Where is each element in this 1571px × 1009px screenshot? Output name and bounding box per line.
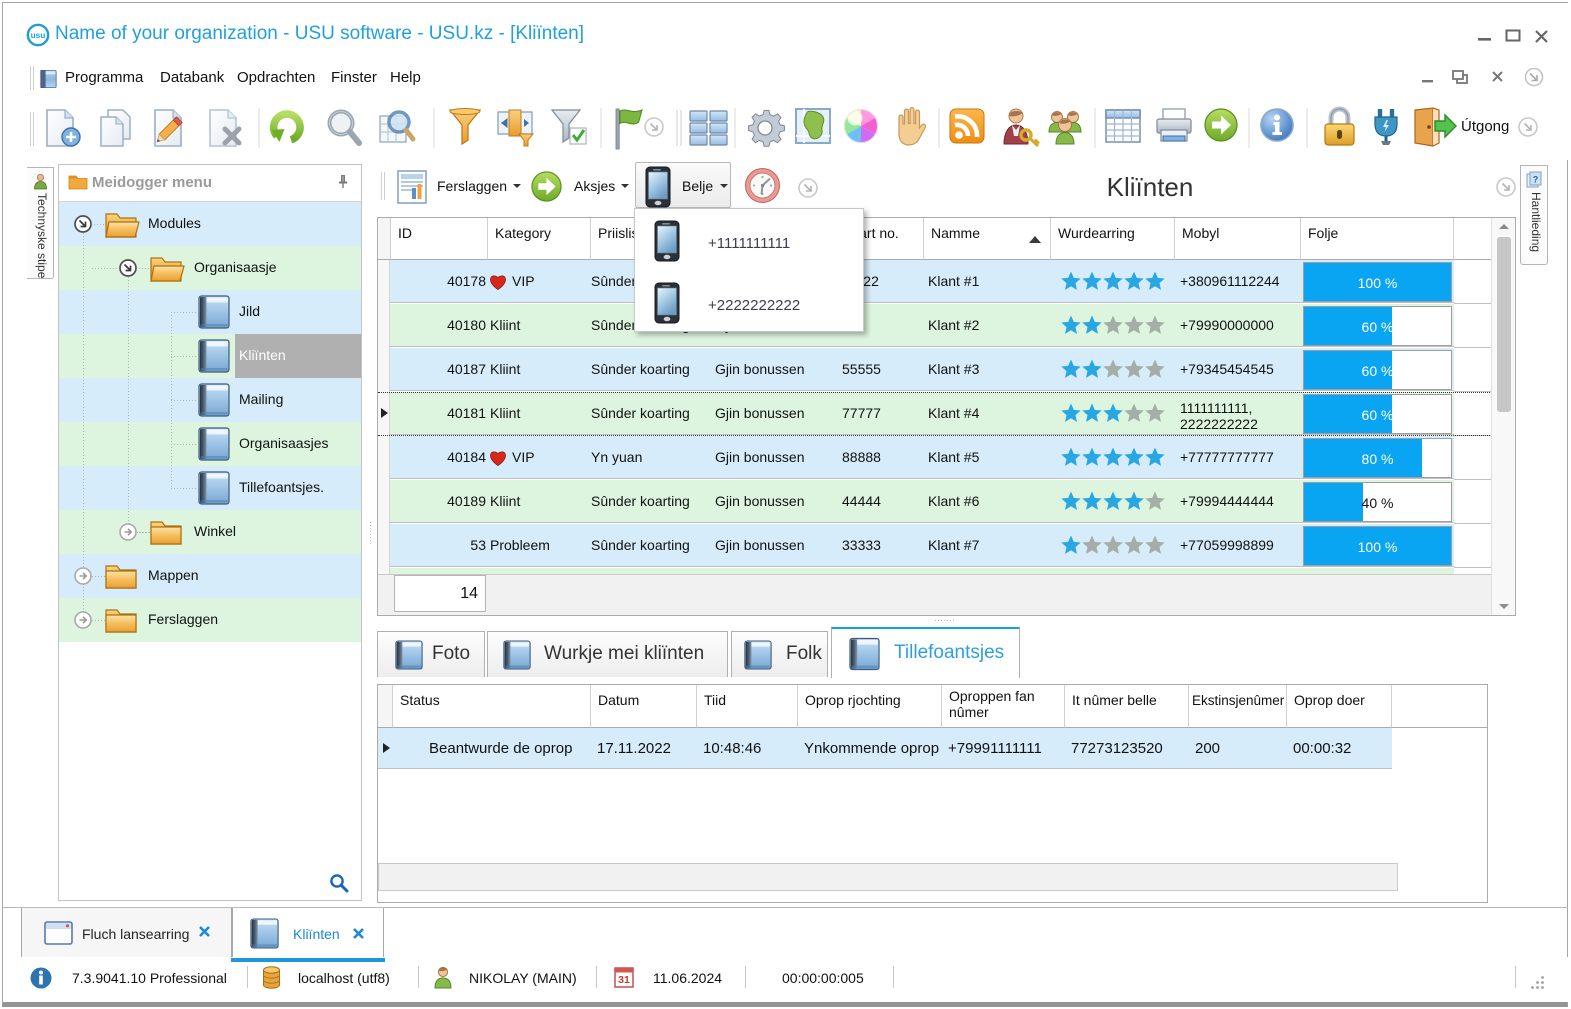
svg-text:31: 31 [618, 974, 630, 986]
svg-text:usu: usu [31, 30, 46, 40]
svg-text:?: ? [1533, 175, 1539, 185]
